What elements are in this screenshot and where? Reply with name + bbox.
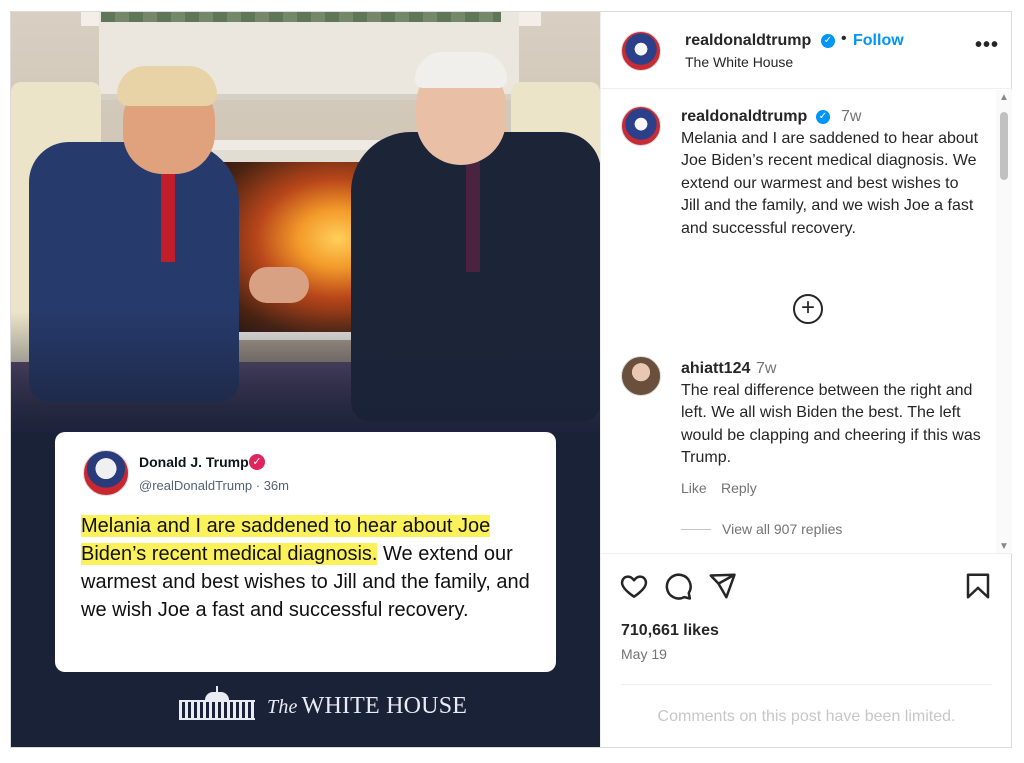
brand-the: The (267, 695, 298, 718)
verified-icon: ✓ (816, 110, 830, 124)
post-header: realdonaldtrump ✓ • Follow The White Hou… (601, 12, 1012, 89)
view-replies-button[interactable]: View all 907 replies (722, 521, 842, 537)
brand-name: WHITE HOUSE (301, 692, 468, 719)
divider (621, 684, 992, 685)
replies-line (681, 529, 711, 530)
oval-office-photo (11, 12, 600, 432)
tweet-handle-time: @realDonaldTrump · 36m (139, 478, 289, 493)
heart-icon[interactable] (619, 571, 649, 601)
comment-text: The real difference between the right an… (681, 382, 981, 467)
more-icon[interactable]: ••• (975, 34, 999, 57)
author-username[interactable]: realdonaldtrump (685, 32, 811, 50)
white-house-building-icon (179, 686, 255, 720)
comment-icon[interactable] (663, 571, 693, 601)
follow-button[interactable]: Follow (853, 32, 904, 50)
likes-count[interactable]: 710,661 likes (621, 622, 719, 640)
white-house-logo: The WHITE HOUSE (179, 686, 468, 720)
scroll-down-icon[interactable]: ▼ (999, 541, 1009, 552)
verified-icon: ✓ (249, 454, 265, 470)
separator-dot: • (841, 30, 847, 47)
post-side-panel: realdonaldtrump ✓ • Follow The White Hou… (600, 12, 1012, 747)
comments-limited-notice: Comments on this post have been limited. (657, 708, 956, 725)
post-date[interactable]: May 19 (621, 646, 667, 662)
tweet-author-name: Donald J. Trump (139, 454, 249, 470)
author-avatar[interactable] (621, 31, 661, 71)
share-icon[interactable] (707, 571, 737, 601)
tweet-avatar (83, 450, 129, 496)
scroll-up-icon[interactable]: ▲ (999, 92, 1009, 103)
author-subtitle[interactable]: The White House (685, 54, 793, 70)
verified-icon: ✓ (821, 34, 835, 48)
caption-time[interactable]: 7w (841, 108, 861, 126)
post-actions: 710,661 likes May 19 (601, 555, 1012, 662)
post-media[interactable]: Donald J. Trump ✓ @realDonaldTrump · 36m… (11, 12, 600, 747)
caption-username[interactable]: realdonaldtrump (681, 108, 807, 126)
post-dialog: Donald J. Trump ✓ @realDonaldTrump · 36m… (10, 11, 1012, 748)
handshake (249, 267, 309, 303)
scrollbar-thumb[interactable] (1000, 112, 1008, 180)
comments-scrollbar[interactable]: ▲ ▼ (996, 90, 1012, 553)
comment-like-button[interactable]: Like (681, 480, 707, 496)
comment-reply-button[interactable]: Reply (721, 480, 757, 496)
comment-avatar[interactable] (621, 356, 661, 396)
caption-avatar[interactable] (621, 106, 661, 146)
add-circle-icon[interactable]: + (793, 294, 823, 324)
bookmark-icon[interactable] (963, 571, 993, 601)
comments-section[interactable]: realdonaldtrump ✓ 7w Melania and I are s… (601, 90, 1012, 554)
tweet-text: Melania and I are saddened to hear about… (81, 512, 541, 624)
caption-text: Melania and I are saddened to hear about… (681, 130, 979, 237)
comment-time[interactable]: 7w (756, 360, 776, 378)
comment-username[interactable]: ahiatt124 (681, 360, 750, 378)
tweet-card: Donald J. Trump ✓ @realDonaldTrump · 36m… (55, 432, 556, 672)
